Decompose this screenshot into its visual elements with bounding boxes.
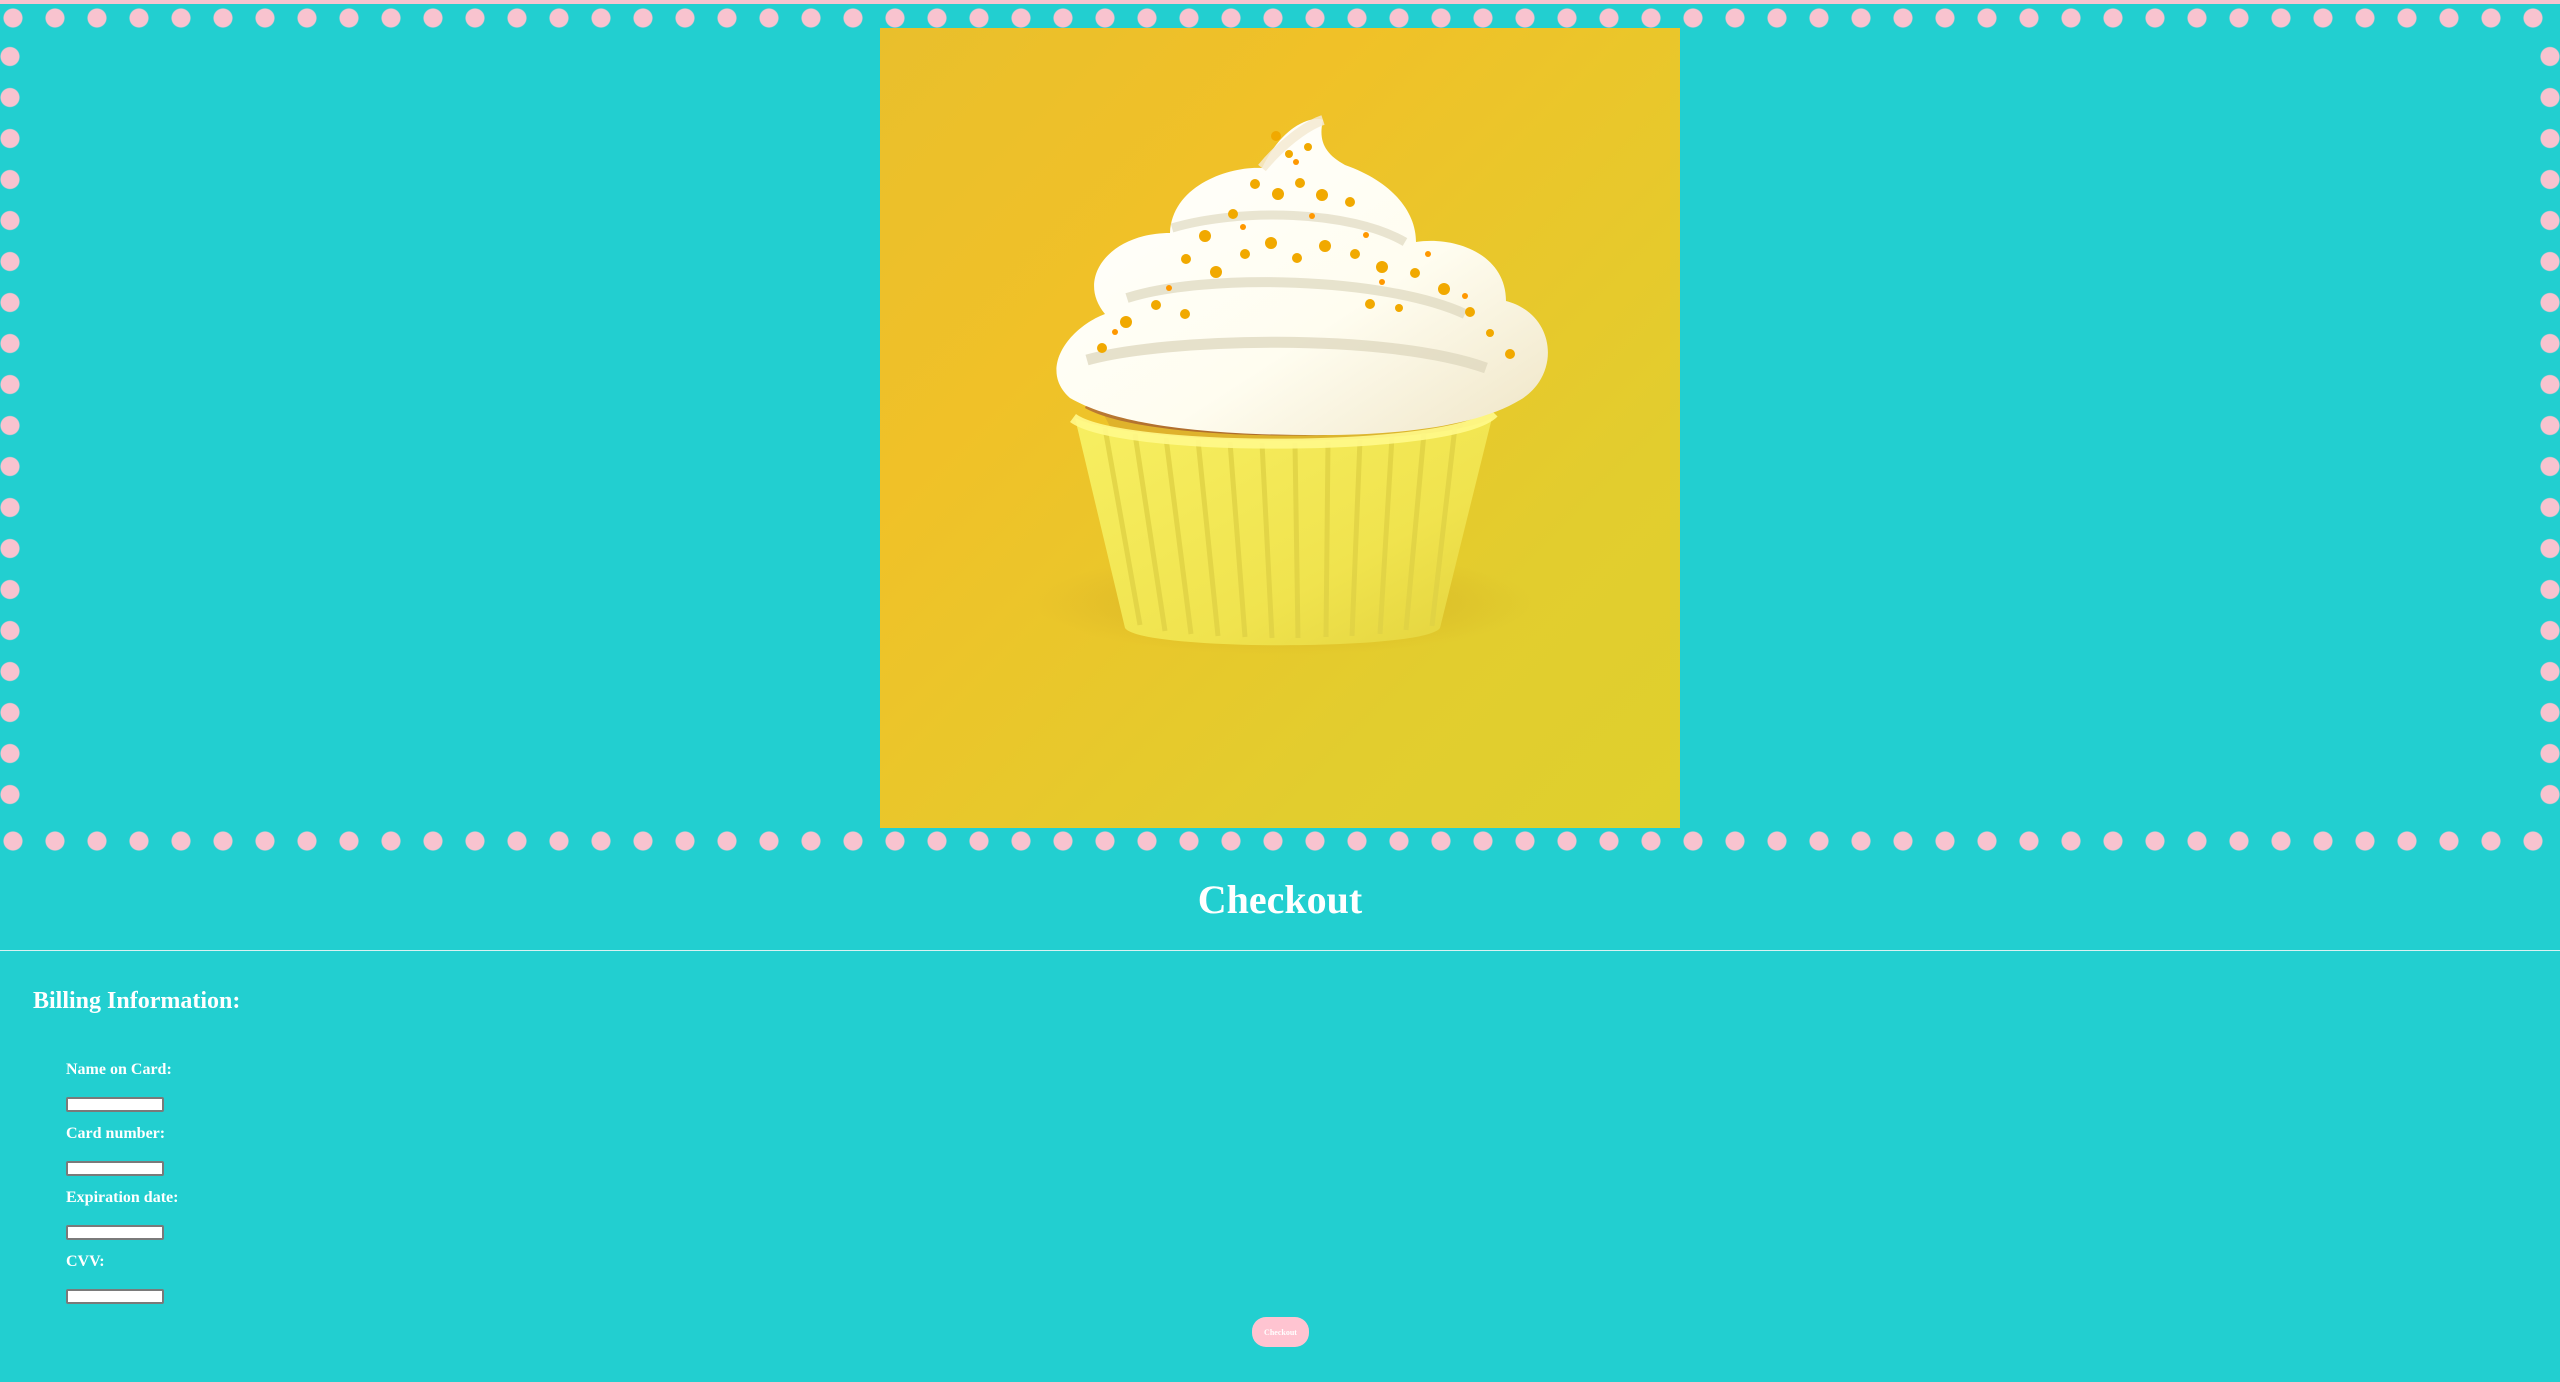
card-number-label: Card number: [66, 1125, 166, 1142]
cvv-label: CVV: [66, 1253, 105, 1270]
cupcake-image [880, 28, 1680, 828]
hero-banner [0, 0, 2560, 852]
section-divider [0, 950, 2560, 951]
name-on-card-label: Name on Card: [66, 1061, 172, 1078]
polka-dot-border-left [0, 36, 21, 818]
cupcake-illustration [1035, 115, 1548, 655]
billing-information-heading: Billing Information: [33, 988, 241, 1014]
cvv-input[interactable] [66, 1289, 164, 1304]
expiration-date-label: Expiration date: [66, 1189, 179, 1206]
checkout-button[interactable]: Checkout [1252, 1317, 1309, 1347]
expiration-date-input[interactable] [66, 1225, 164, 1240]
billing-form: Name on Card: Card number: Expiration da… [66, 1060, 326, 1316]
polka-dot-border-right [2539, 36, 2560, 818]
card-number-input[interactable] [66, 1161, 164, 1176]
page-title: Checkout [1197, 877, 1363, 922]
polka-dot-border-top [0, 7, 2560, 29]
name-on-card-input[interactable] [66, 1097, 164, 1112]
polka-dot-border-bottom [0, 830, 2560, 852]
